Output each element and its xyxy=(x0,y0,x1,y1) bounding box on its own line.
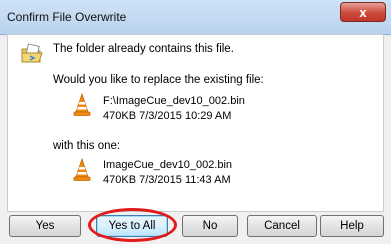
new-file-details: 470KB 7/3/2015 11:43 AM xyxy=(103,174,231,186)
vlc-cone-icon xyxy=(73,93,91,116)
no-button[interactable]: No xyxy=(182,215,238,237)
window-title: Confirm File Overwrite xyxy=(7,10,127,24)
replace-question: Would you like to replace the existing f… xyxy=(53,74,264,86)
with-label: with this one: xyxy=(53,140,121,152)
main-message: The folder already contains this file. xyxy=(53,43,234,55)
dialog-content: The folder already contains this file. W… xyxy=(7,34,384,212)
yes-to-all-button[interactable]: Yes to All xyxy=(96,215,168,237)
new-file-name: ImageCue_dev10_002.bin xyxy=(103,159,233,171)
vlc-cone-icon xyxy=(73,158,91,181)
title-bar[interactable]: Confirm File Overwrite x xyxy=(0,0,391,35)
help-button[interactable]: Help xyxy=(320,215,384,237)
existing-file-path: F:\ImageCue_dev10_002.bin xyxy=(103,95,245,107)
close-icon: x xyxy=(359,5,367,20)
confirm-file-overwrite-dialog: Confirm File Overwrite x The folder alre… xyxy=(0,0,391,244)
folder-file-icon xyxy=(21,43,43,63)
close-button[interactable]: x xyxy=(340,2,386,22)
existing-file-details: 470KB 7/3/2015 10:29 AM xyxy=(103,110,232,122)
cancel-button[interactable]: Cancel xyxy=(247,215,317,237)
yes-button[interactable]: Yes xyxy=(9,215,81,237)
